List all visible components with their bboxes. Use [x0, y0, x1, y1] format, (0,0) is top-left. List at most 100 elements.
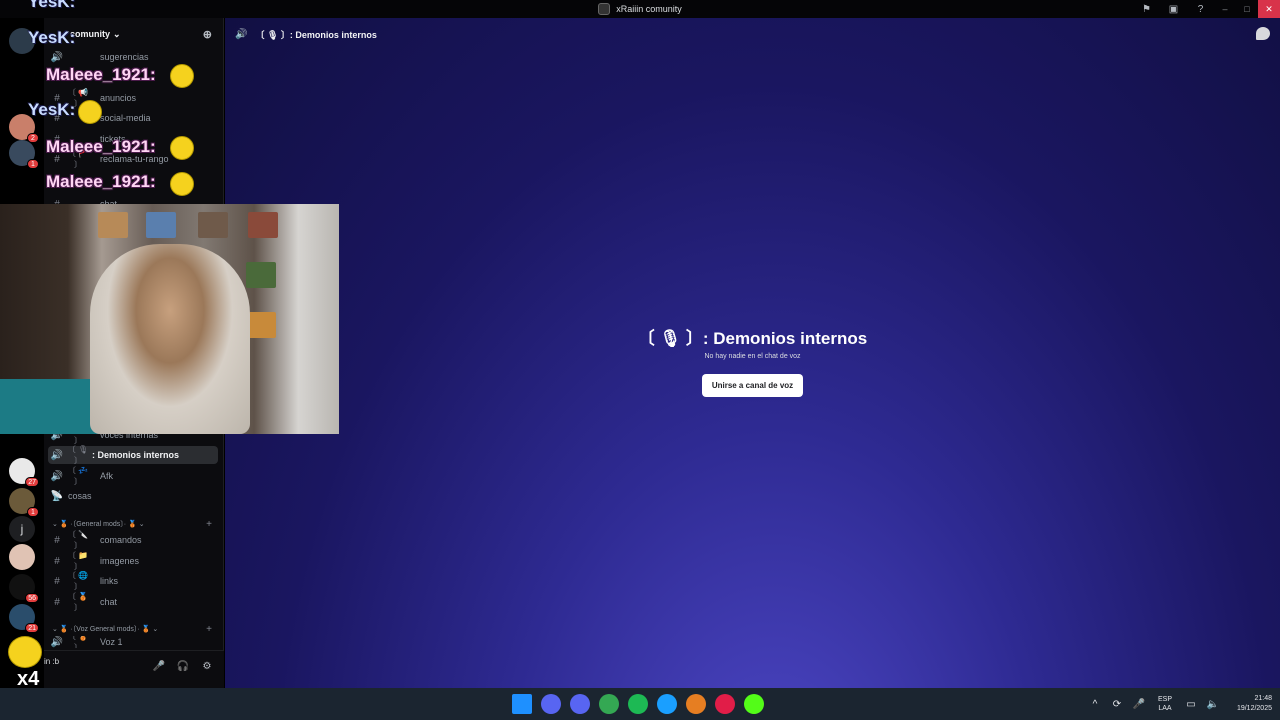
chat-icon[interactable]	[1256, 27, 1270, 40]
steam-icon[interactable]	[657, 694, 677, 714]
clock-date: 19/12/2025	[1236, 705, 1272, 712]
tray-overflow-icon[interactable]: ^	[1084, 699, 1106, 710]
screen-icon[interactable]: ▣	[1160, 0, 1187, 18]
taskbar-apps	[512, 694, 764, 714]
app-icon	[598, 3, 611, 15]
help-icon[interactable]: ?	[1187, 0, 1214, 18]
add-user-icon[interactable]: ⊕	[203, 28, 212, 41]
channel-item[interactable]: # 〔 🌐 〕 links	[48, 571, 218, 591]
channel-name: sugerencias	[100, 52, 149, 62]
poster	[246, 262, 276, 288]
language-indicator[interactable]: ESP LAA	[1150, 695, 1180, 713]
category-label: ⌄ 🥉 ·〔Voz General mods〕· 🥉 ⌄	[52, 626, 159, 633]
poster	[248, 212, 278, 238]
gear-icon[interactable]: ⚙	[200, 659, 214, 673]
channel-name: social-media	[100, 113, 151, 123]
emote-icon	[170, 64, 194, 88]
window-title: xRaiiin comunity	[616, 4, 682, 14]
category-label: ⌄ 🥉 ·〔General mods〕· 🥉 ⌄	[52, 521, 145, 528]
windows-start-icon[interactable]	[512, 694, 532, 714]
voice-channel-item-active[interactable]: 🔊 〔 🎙 〕 : Demonios internos	[48, 445, 218, 465]
discord-icon[interactable]	[570, 694, 590, 714]
add-channel-icon[interactable]: +	[206, 624, 212, 635]
channel-name: cosas	[68, 491, 92, 501]
server-icon[interactable]: 21	[9, 604, 39, 633]
channel-name: chat	[100, 597, 118, 607]
spotify-icon[interactable]	[628, 694, 648, 714]
volume-icon[interactable]: 🔈	[1202, 699, 1224, 710]
voice-channel-item[interactable]: 🔊 〔 🥉 〕 Voz 1	[48, 636, 218, 648]
channel-type-icon: #	[54, 596, 60, 608]
poster	[246, 312, 276, 338]
channel-name: Afk	[100, 471, 114, 481]
chrome-icon[interactable]	[599, 694, 619, 714]
server-badge: 27	[25, 477, 39, 487]
stage-channel-item[interactable]: 📡 cosas	[48, 487, 218, 505]
sync-icon[interactable]: ⟳	[1106, 699, 1128, 710]
microphone-icon[interactable]: 🎤	[152, 659, 166, 673]
channel-type-icon: #	[54, 534, 60, 546]
close-button[interactable]: ✕	[1258, 0, 1280, 18]
emote-icon	[8, 636, 42, 668]
overlay-message: YesK:	[28, 0, 76, 11]
clock[interactable]: 21:48 19/12/2025	[1224, 694, 1280, 714]
server-badge: 1	[27, 507, 39, 517]
speaker-icon: 🔊	[50, 636, 64, 648]
server-icon[interactable]: 56	[9, 574, 39, 603]
minimize-button[interactable]: –	[1214, 0, 1236, 18]
channel-item[interactable]: # 〔 🥉 〕 chat	[48, 592, 218, 612]
overlay-message: Maleee_1921:	[46, 172, 156, 191]
user-panel: in :b 🎤 🎧 ⚙	[44, 650, 224, 688]
channel-emoji: 〔 🥉 〕	[67, 592, 89, 612]
game-icon[interactable]	[686, 694, 706, 714]
channel-type-icon: #	[54, 555, 60, 567]
poster	[198, 212, 228, 238]
speaker-icon: 🔊	[235, 28, 248, 40]
server-icon[interactable]: 1	[9, 140, 39, 169]
server-icon[interactable]: 1	[9, 488, 39, 517]
overlay-message: YesK:	[28, 28, 76, 47]
channel-item[interactable]: # 〔 📁 〕 imagenes	[48, 551, 218, 571]
join-voice-button[interactable]: Unirse a canal de voz	[701, 374, 804, 397]
add-channel-icon[interactable]: +	[206, 519, 212, 530]
poster	[98, 212, 128, 238]
server-icon[interactable]: 27	[9, 458, 39, 487]
channel-emoji: 〔 🎙 〕	[67, 445, 89, 465]
stage-icon: 📡	[50, 490, 64, 502]
voice-channel-item[interactable]: 🔊 〔 💤 〕 Afk	[48, 466, 218, 486]
window-titlebar: xRaiiin comunity ⚑ ▣ ? – □ ✕	[0, 0, 1280, 18]
flag-icon[interactable]: ⚑	[1133, 0, 1160, 18]
poster	[146, 212, 176, 238]
speaker-icon: 🔊	[50, 449, 64, 461]
channel-emoji: 〔 🌐 〕	[67, 571, 89, 591]
channel-name: : Demonios internos	[92, 450, 180, 460]
network-icon[interactable]: ▭	[1180, 699, 1202, 710]
server-badge: 1	[27, 159, 39, 169]
guild-name: comunity	[70, 29, 111, 39]
app-icon[interactable]	[715, 694, 735, 714]
emote-icon	[170, 172, 194, 196]
language-code: ESP	[1157, 696, 1172, 703]
bed	[0, 379, 100, 434]
server-letter: j	[20, 522, 24, 536]
channel-type-icon: #	[54, 575, 60, 587]
server-icon[interactable]	[9, 544, 35, 570]
channel-item[interactable]: # 〔 🔪 〕 comandos	[48, 530, 218, 550]
channel-name: comandos	[100, 535, 142, 545]
voice-empty-state: 〔 🎙 〕: Demonios internos No hay nadie en…	[225, 324, 1280, 397]
webcam-overlay	[0, 204, 339, 434]
overlay-message: YesK:	[28, 100, 76, 119]
channel-header-title: 〔 🎙 〕: Demonios internos	[255, 29, 377, 40]
titlebar-controls: ⚑ ▣ ? – □ ✕	[1133, 0, 1280, 18]
maximize-button[interactable]: □	[1236, 0, 1258, 18]
channel-item[interactable]: 🔊 sugerencias	[48, 48, 218, 66]
browser-icon[interactable]	[541, 694, 561, 714]
microphone-icon[interactable]: 🎤	[1128, 699, 1150, 710]
category-voz-general-mods[interactable]: ⌄ 🥉 ·〔Voz General mods〕· 🥉 ⌄ +	[52, 622, 220, 636]
kick-icon[interactable]	[744, 694, 764, 714]
channel-header: 🔊 〔 🎙 〕: Demonios internos	[225, 18, 1280, 50]
server-icon[interactable]: j	[9, 516, 35, 542]
streamer	[90, 244, 250, 434]
taskbar: ^ ⟳ 🎤 ESP LAA ▭ 🔈 21:48 19/12/2025	[0, 688, 1280, 720]
headphones-icon[interactable]: 🎧	[176, 659, 190, 673]
